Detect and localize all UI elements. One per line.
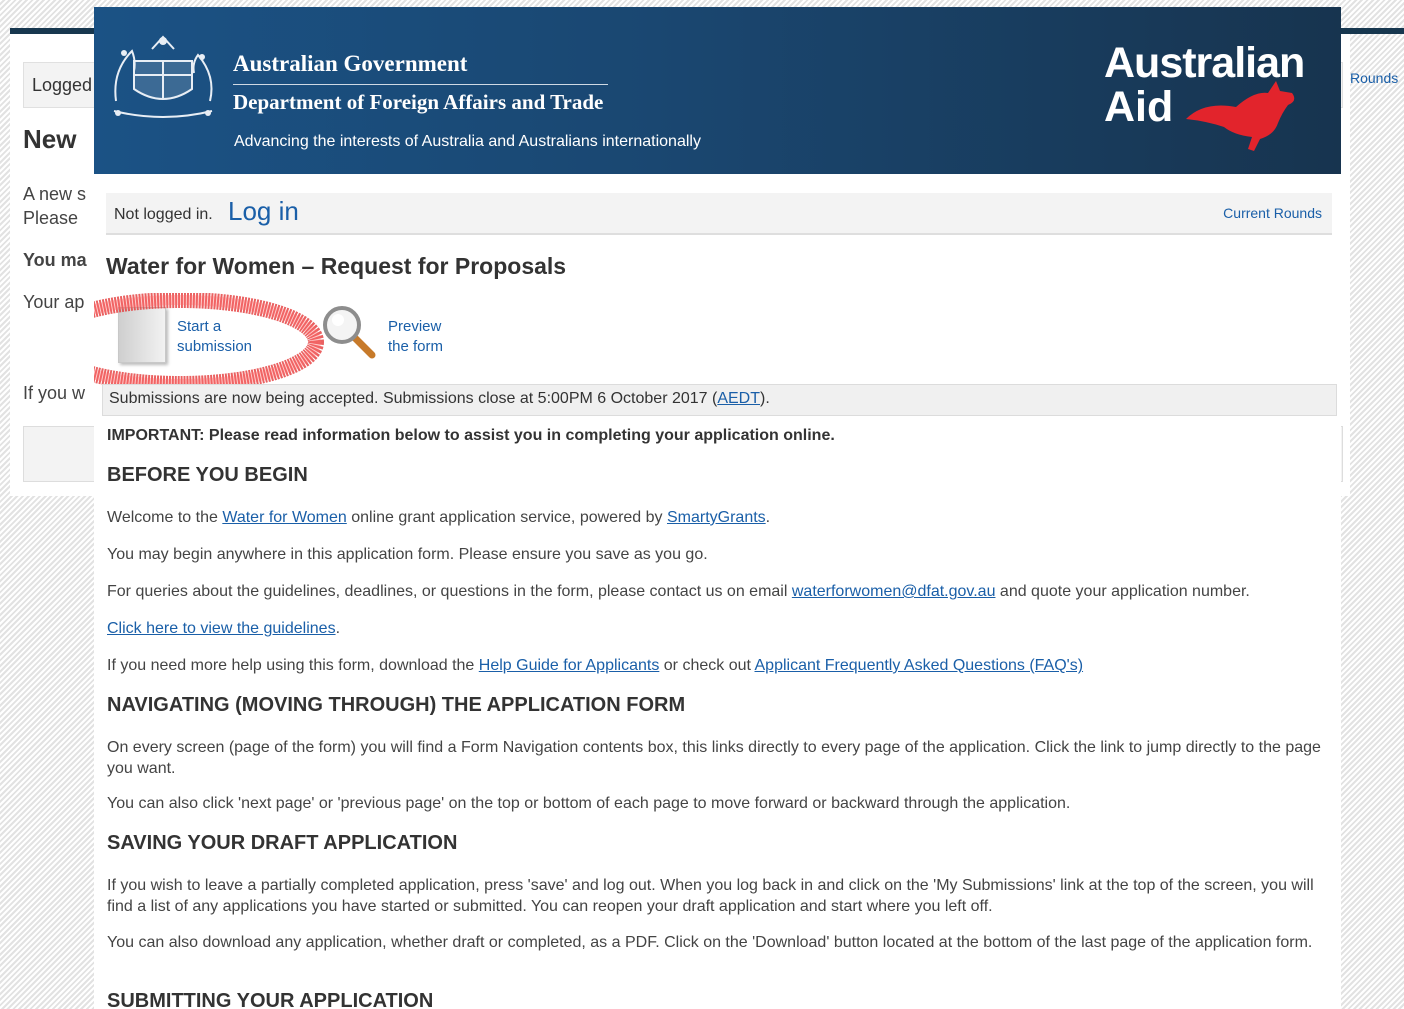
background-login-text: Logged [32, 75, 93, 95]
preview-form-label[interactable]: Preview the form [388, 317, 458, 357]
gov-title: Australian Government [233, 51, 468, 76]
heading-before-you-begin: BEFORE YOU BEGIN [107, 464, 308, 486]
department-name: Department of Foreign Affairs and Trade [233, 90, 604, 114]
welcome-text: online grant application service, powere… [346, 509, 667, 526]
background-text-line: A new s [23, 184, 87, 204]
saving-paragraph-1: If you wish to leave a partially complet… [107, 877, 1314, 915]
login-bar: Not logged in. Log in Current Rounds [106, 193, 1332, 235]
login-link[interactable]: Log in [228, 196, 299, 227]
kangaroo-icon [1186, 81, 1295, 151]
coat-of-arms-icon [113, 35, 213, 118]
submission-status-bar: Submissions are now being accepted. Subm… [102, 384, 1337, 416]
help-paragraph: If you need more help using this form, d… [107, 655, 1327, 676]
magnifier-icon [323, 306, 376, 359]
background-heading: New [23, 124, 77, 154]
water-for-women-link[interactable]: Water for Women [222, 509, 346, 526]
heading-navigating: NAVIGATING (MOVING THROUGH) THE APPLICAT… [107, 694, 686, 716]
saving-paragraph-2: You can also download any application, w… [107, 934, 1313, 951]
current-rounds-link[interactable]: Current Rounds [1223, 205, 1322, 221]
background-text-line: Your ap [23, 292, 85, 312]
background-top-strip [1340, 28, 1404, 34]
heading-saving: SAVING YOUR DRAFT APPLICATION [107, 832, 458, 854]
background-rounds-link[interactable]: Rounds [1350, 70, 1398, 86]
status-text: Submissions are now being accepted. Subm… [109, 390, 718, 407]
site-header: Australian Government Department of Fore… [94, 7, 1341, 174]
queries-text: and quote your application number. [995, 583, 1250, 600]
header-divider [233, 84, 608, 85]
overlay-page: Australian Government Department of Fore… [94, 7, 1341, 1009]
guidelines-link[interactable]: Click here to view the guidelines [107, 620, 336, 637]
welcome-text: Welcome to the [107, 509, 223, 526]
highlight-annotation [94, 293, 324, 391]
navigating-paragraph-1: On every screen (page of the form) you w… [107, 739, 1321, 777]
login-status-text: Not logged in. [114, 206, 213, 223]
queries-text: For queries about the guidelines, deadli… [107, 583, 792, 600]
queries-paragraph: For queries about the guidelines, deadli… [107, 581, 1327, 602]
contact-email-link[interactable]: waterforwomen@dfat.gov.au [792, 583, 996, 600]
heading-submitting: SUBMITTING YOUR APPLICATION [107, 990, 434, 1009]
help-text: If you need more help using this form, d… [107, 657, 479, 674]
tagline: Advancing the interests of Australia and… [234, 133, 701, 150]
faq-link[interactable]: Applicant Frequently Asked Questions (FA… [755, 657, 1084, 674]
guidelines-text: . [335, 620, 341, 637]
background-text-line: You ma [23, 250, 87, 270]
guidelines-paragraph: Click here to view the guidelines. [107, 618, 1327, 639]
page-title: Water for Women – Request for Proposals [106, 253, 567, 279]
smartygrants-link[interactable]: SmartyGrants [667, 509, 766, 526]
begin-paragraph: You may begin anywhere in this applicati… [107, 546, 708, 563]
navigating-paragraph-2: You can also click 'next page' or 'previ… [107, 795, 1071, 812]
help-guide-link[interactable]: Help Guide for Applicants [479, 657, 660, 674]
background-text-line: Please [23, 208, 79, 228]
status-text-end: ). [760, 390, 770, 407]
help-text: or check out [659, 657, 755, 674]
important-note: IMPORTANT: Please read information below… [107, 427, 835, 444]
welcome-paragraph: Welcome to the Water for Women online gr… [107, 507, 1327, 528]
timezone-link[interactable]: AEDT [717, 390, 760, 407]
preview-form-button[interactable]: Preview the form [320, 303, 460, 363]
welcome-text: . [765, 509, 771, 526]
aid-logo-word-2: Aid [1104, 83, 1174, 131]
background-text-line: If you w [23, 383, 86, 403]
